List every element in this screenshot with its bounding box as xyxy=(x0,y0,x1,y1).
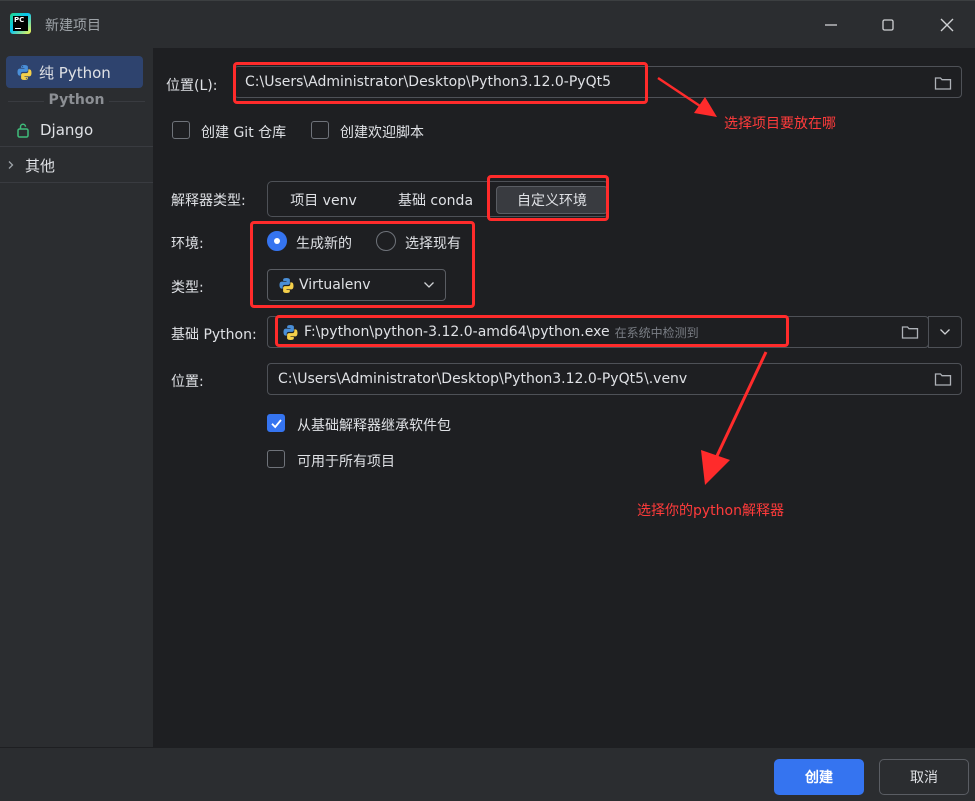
sidebar-item-label: 其他 xyxy=(25,156,56,175)
base-python-hint: 在系统中检测到 xyxy=(614,325,699,340)
all-projects-checkbox[interactable] xyxy=(267,450,285,468)
python-icon xyxy=(17,64,32,80)
chevron-down-icon xyxy=(424,282,434,288)
sidebar-item-label: 纯 Python xyxy=(39,63,111,82)
sidebar-item-label: Django xyxy=(40,121,94,139)
project-type-sidebar: 纯 Python Python Django 其他 xyxy=(0,48,153,747)
maximize-icon[interactable] xyxy=(878,15,898,35)
base-python-value: F:\python\python-3.12.0-amd64\python.exe xyxy=(304,324,610,340)
env-generate-new-radio[interactable] xyxy=(267,231,287,251)
sidebar-item-django[interactable]: Django xyxy=(6,114,143,146)
sidebar-section-python: Python xyxy=(0,92,153,108)
annotation-interpreter-note: 选择你的python解释器 xyxy=(637,503,784,519)
folder-icon[interactable] xyxy=(934,371,952,387)
close-icon[interactable] xyxy=(937,15,957,35)
base-python-label: 基础 Python: xyxy=(171,327,257,343)
all-projects-label: 可用于所有项目 xyxy=(297,454,395,470)
location-label: 位置(L): xyxy=(166,78,218,94)
create-git-label: 创建 Git 仓库 xyxy=(201,125,287,141)
checkmark-icon xyxy=(271,419,282,429)
type-value: Virtualenv xyxy=(299,277,371,293)
title-bar: PC 新建项目 xyxy=(0,0,975,48)
env-select-existing-radio[interactable] xyxy=(376,231,396,251)
create-welcome-checkbox[interactable] xyxy=(311,121,329,139)
location-value: C:\Users\Administrator\Desktop\Python3.1… xyxy=(245,74,611,90)
python-icon xyxy=(283,324,298,340)
tab-project-venv[interactable]: 项目 venv xyxy=(276,186,371,214)
dialog-footer: 创建 取消 xyxy=(0,747,975,801)
base-python-input[interactable]: F:\python\python-3.12.0-amd64\python.exe… xyxy=(267,316,929,348)
cancel-button[interactable]: 取消 xyxy=(879,759,969,795)
new-project-form: 位置(L): C:\Users\Administrator\Desktop\Py… xyxy=(153,48,975,747)
annotation-location-note: 选择项目要放在哪 xyxy=(724,116,836,132)
window-title: 新建项目 xyxy=(45,18,101,34)
chevron-right-icon xyxy=(8,161,14,169)
sidebar-divider xyxy=(0,146,153,147)
chevron-down-icon xyxy=(940,329,950,335)
sidebar-item-pure-python[interactable]: 纯 Python xyxy=(6,56,143,88)
interpreter-type-label: 解释器类型: xyxy=(171,193,246,209)
tab-custom-env[interactable]: 自定义环境 xyxy=(496,186,608,214)
base-python-dropdown-button[interactable] xyxy=(928,316,962,348)
sidebar-item-other[interactable]: 其他 xyxy=(0,149,137,181)
interpreter-type-segmented: 项目 venv 基础 conda 自定义环境 xyxy=(267,181,609,217)
location-input[interactable]: C:\Users\Administrator\Desktop\Python3.1… xyxy=(234,66,962,98)
inherit-packages-checkbox[interactable] xyxy=(267,414,285,432)
inherit-packages-label: 从基础解释器继承软件包 xyxy=(297,418,451,434)
tab-base-conda[interactable]: 基础 conda xyxy=(383,186,488,214)
folder-icon[interactable] xyxy=(901,324,919,340)
venv-location-input[interactable]: C:\Users\Administrator\Desktop\Python3.1… xyxy=(267,363,962,395)
type-dropdown[interactable]: Virtualenv xyxy=(267,269,446,301)
create-button[interactable]: 创建 xyxy=(774,759,864,795)
lock-icon xyxy=(17,123,29,138)
venv-location-value: C:\Users\Administrator\Desktop\Python3.1… xyxy=(278,371,688,387)
folder-icon[interactable] xyxy=(934,75,952,91)
create-welcome-label: 创建欢迎脚本 xyxy=(340,125,424,141)
python-virtualenv-icon xyxy=(279,277,294,293)
env-select-existing-label: 选择现有 xyxy=(405,236,461,252)
minimize-icon[interactable] xyxy=(821,15,841,35)
venv-location-label: 位置: xyxy=(171,374,204,390)
sidebar-divider xyxy=(0,182,153,183)
type-label: 类型: xyxy=(171,280,204,296)
pycharm-logo-icon: PC xyxy=(10,13,31,34)
create-git-checkbox[interactable] xyxy=(172,121,190,139)
env-generate-new-label: 生成新的 xyxy=(296,236,352,252)
env-label: 环境: xyxy=(171,236,204,252)
